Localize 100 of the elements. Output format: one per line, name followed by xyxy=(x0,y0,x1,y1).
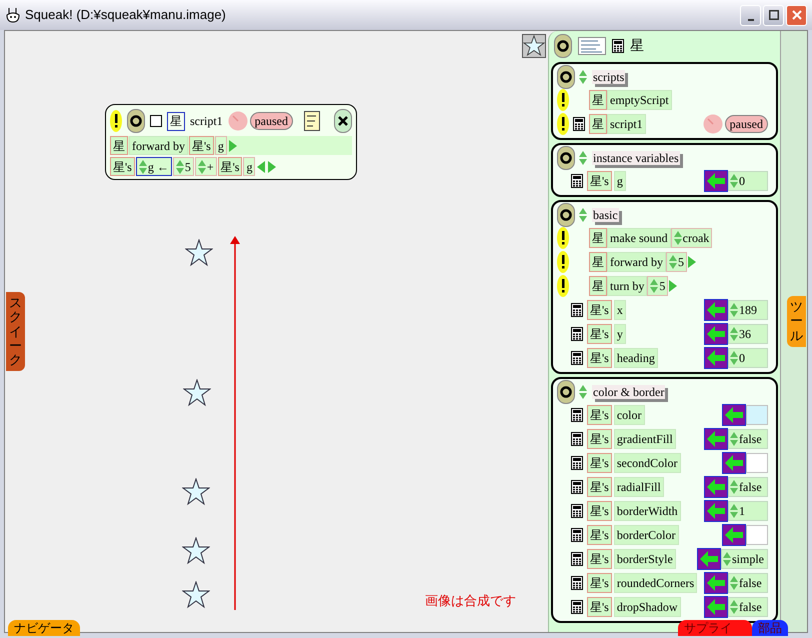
property-tile[interactable]: script1 xyxy=(607,114,646,134)
player-tile[interactable]: 星's xyxy=(587,348,612,368)
category-title[interactable]: scripts xyxy=(592,70,626,84)
close-button[interactable] xyxy=(786,4,807,26)
checkbox[interactable] xyxy=(150,115,162,127)
player-tile[interactable]: 星's xyxy=(587,324,612,344)
exclamation-button-icon[interactable] xyxy=(557,275,569,297)
property-tile[interactable]: borderColor xyxy=(614,525,678,545)
flap-tab[interactable]: ナビゲータ xyxy=(8,620,80,636)
close-icon[interactable] xyxy=(334,109,352,133)
script-tile[interactable]: 5 xyxy=(172,157,194,176)
argument-tile[interactable]: croak xyxy=(670,228,712,248)
script-tile[interactable]: + xyxy=(194,157,217,176)
assign-arrow-icon[interactable] xyxy=(704,596,728,618)
value-field[interactable]: simple xyxy=(721,549,768,569)
property-tile[interactable]: heading xyxy=(614,348,658,368)
value-field[interactable]: 0 xyxy=(728,348,768,368)
value-field[interactable]: false xyxy=(728,597,768,617)
player-tile[interactable]: 星's xyxy=(587,405,612,425)
calculator-icon[interactable] xyxy=(571,504,583,518)
exclamation-button-icon[interactable] xyxy=(557,89,569,111)
property-tile[interactable]: borderWidth xyxy=(614,501,681,521)
viewer-thumbnail-icon[interactable] xyxy=(578,37,606,55)
player-tile[interactable]: 星's xyxy=(587,477,612,497)
property-tile[interactable]: turn by xyxy=(607,276,648,296)
property-tile[interactable]: color xyxy=(614,405,644,425)
script-tile[interactable]: g xyxy=(243,157,256,176)
assign-arrow-icon[interactable] xyxy=(704,500,728,522)
player-tile[interactable]: 星's xyxy=(188,136,214,155)
script-thumbnail-icon[interactable] xyxy=(304,111,320,131)
value-field[interactable]: false xyxy=(728,573,768,593)
status-button[interactable]: paused xyxy=(724,115,768,133)
script-tile[interactable]: g ← xyxy=(136,157,172,176)
calculator-icon[interactable] xyxy=(571,600,583,614)
player-tile[interactable]: 星's xyxy=(587,549,612,569)
player-tile[interactable]: 星 xyxy=(110,136,128,155)
exclamation-button-icon[interactable] xyxy=(557,113,569,135)
player-tile[interactable]: 星 xyxy=(589,276,607,296)
assign-arrow-icon[interactable] xyxy=(704,347,728,369)
property-tile[interactable]: borderStyle xyxy=(614,549,676,569)
property-tile[interactable]: g xyxy=(614,171,626,191)
calculator-icon[interactable] xyxy=(571,528,583,542)
property-tile[interactable]: emptyScript xyxy=(607,90,672,110)
assign-arrow-icon[interactable] xyxy=(704,572,728,594)
player-tile[interactable]: 星 xyxy=(589,90,607,110)
player-tile[interactable]: 星's xyxy=(587,501,612,521)
category-title[interactable]: color & border xyxy=(592,385,666,399)
exclamation-button-icon[interactable] xyxy=(557,251,569,273)
calculator-icon[interactable] xyxy=(571,576,583,590)
menu-button-icon[interactable] xyxy=(557,203,575,227)
menu-button-icon[interactable] xyxy=(127,109,145,133)
menu-button-icon[interactable] xyxy=(557,380,575,404)
category-title[interactable]: basic xyxy=(592,208,619,222)
assign-arrow-icon[interactable] xyxy=(704,170,728,192)
property-tile[interactable]: roundedCorners xyxy=(614,573,698,593)
script-tile[interactable]: g xyxy=(214,136,227,155)
calculator-icon[interactable] xyxy=(571,303,583,317)
player-tile[interactable]: 星's xyxy=(587,525,612,545)
color-swatch[interactable] xyxy=(746,405,768,425)
calculator-icon[interactable] xyxy=(571,552,583,566)
assign-arrow-icon[interactable] xyxy=(722,524,746,546)
value-field[interactable]: 0 xyxy=(728,171,768,191)
color-swatch[interactable] xyxy=(746,453,768,473)
script-name[interactable]: script1 xyxy=(190,112,223,130)
color-swatch[interactable] xyxy=(746,525,768,545)
player-tile[interactable]: 星's xyxy=(587,171,612,191)
player-tile[interactable]: 星's xyxy=(587,429,612,449)
assign-arrow-icon[interactable] xyxy=(704,323,728,345)
value-field[interactable]: 1 xyxy=(728,501,768,521)
calculator-icon[interactable] xyxy=(571,456,583,470)
calculator-icon[interactable] xyxy=(571,408,583,422)
player-name[interactable]: 星 xyxy=(630,36,644,56)
calculator-icon[interactable] xyxy=(571,327,583,341)
property-tile[interactable]: x xyxy=(614,300,626,320)
assign-arrow-icon[interactable] xyxy=(697,548,721,570)
property-tile[interactable]: y xyxy=(614,324,626,344)
calculator-icon[interactable] xyxy=(571,480,583,494)
calculator-icon[interactable] xyxy=(573,117,585,131)
value-field[interactable]: false xyxy=(728,477,768,497)
player-tile[interactable]: 星 xyxy=(589,114,607,134)
assign-arrow-icon[interactable] xyxy=(704,299,728,321)
assign-arrow-icon[interactable] xyxy=(704,428,728,450)
flap-tab[interactable]: スクイーク xyxy=(6,292,25,372)
player-tile[interactable]: 星's xyxy=(587,597,612,617)
calculator-icon[interactable] xyxy=(612,39,624,53)
calculator-icon[interactable] xyxy=(571,351,583,365)
assign-arrow-icon[interactable] xyxy=(722,404,746,426)
argument-tile[interactable]: 5 xyxy=(647,276,668,296)
menu-button-icon[interactable] xyxy=(557,65,575,89)
assign-arrow-icon[interactable] xyxy=(704,476,728,498)
calculator-icon[interactable] xyxy=(571,174,583,188)
player-tile[interactable]: 星's xyxy=(587,573,612,593)
calculator-icon[interactable] xyxy=(571,432,583,446)
property-tile[interactable]: dropShadow xyxy=(614,597,681,617)
player-tile[interactable]: 星's xyxy=(587,300,612,320)
value-field[interactable]: false xyxy=(728,429,768,449)
star-thumbnail-icon[interactable] xyxy=(522,34,546,58)
player-tile[interactable]: 星's xyxy=(110,157,135,176)
property-tile[interactable]: secondColor xyxy=(614,453,680,473)
exclamation-button-icon[interactable] xyxy=(110,110,122,132)
